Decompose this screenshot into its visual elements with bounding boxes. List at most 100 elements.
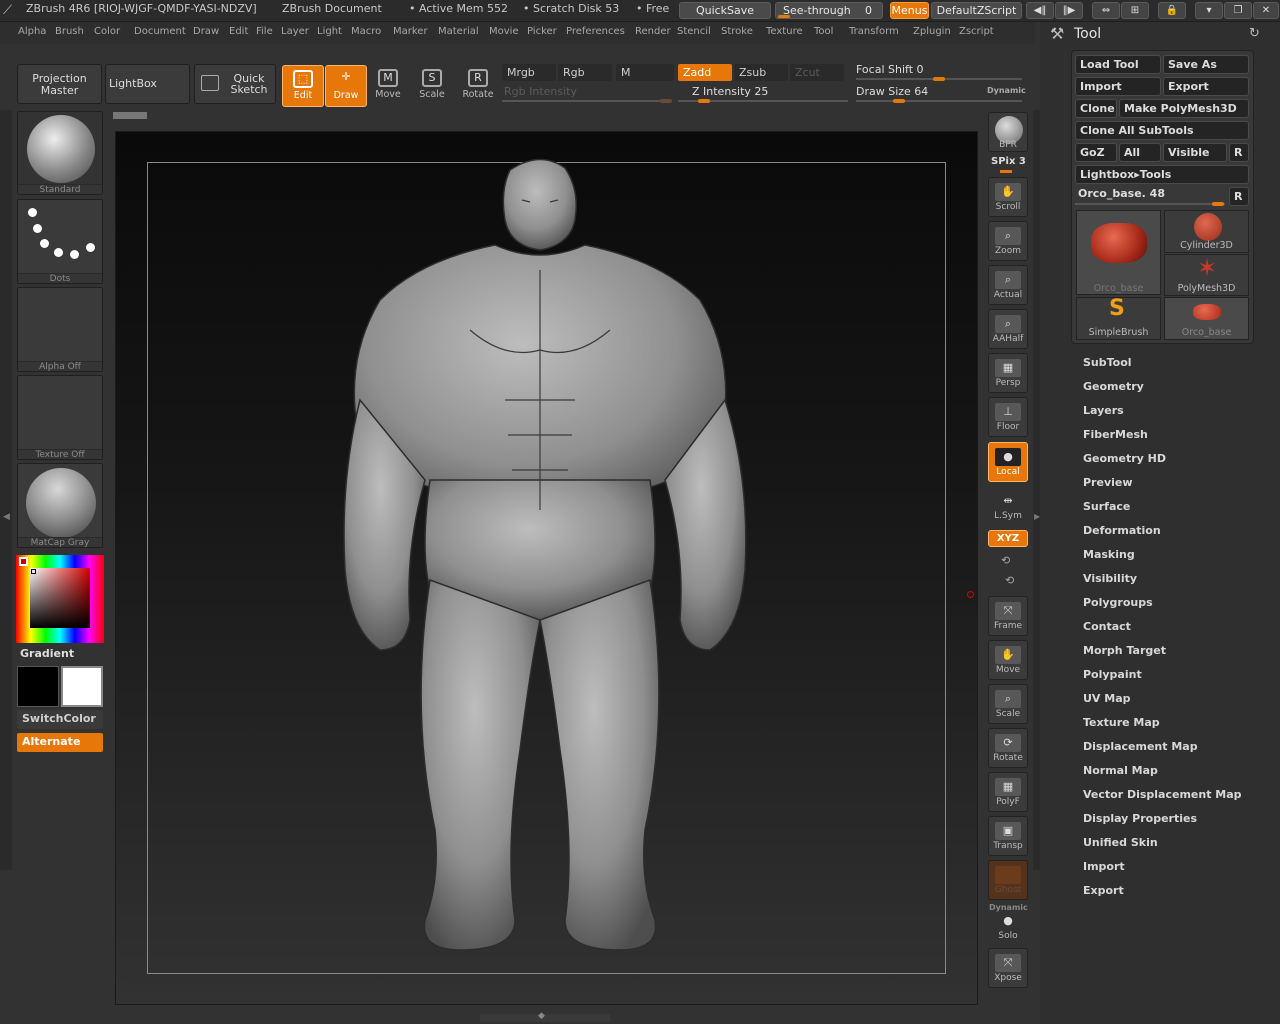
- restore-icon[interactable]: ❐: [1224, 2, 1252, 19]
- thumb-orco-base-large[interactable]: Orco_base: [1076, 210, 1161, 295]
- document-tab[interactable]: [113, 112, 147, 119]
- menu-layer[interactable]: Layer: [281, 26, 309, 37]
- spix-label[interactable]: SPix 3: [991, 156, 1026, 167]
- menu-zscript[interactable]: Zscript: [959, 26, 994, 37]
- draw-size-knob[interactable]: [892, 99, 905, 103]
- goz-visible-button[interactable]: Visible: [1163, 143, 1227, 162]
- draw-size-slider[interactable]: [856, 100, 1022, 102]
- view-scale-button[interactable]: ⌕ Scale: [988, 684, 1028, 724]
- section-export[interactable]: Export: [1083, 884, 1124, 897]
- current-tool-knob[interactable]: [1212, 202, 1224, 206]
- dynamic-label[interactable]: Dynamic: [987, 86, 1026, 95]
- rotate-z-icon[interactable]: ⟲: [1005, 574, 1014, 587]
- section-geometry[interactable]: Geometry: [1083, 380, 1144, 393]
- menu-stencil[interactable]: Stencil: [677, 26, 711, 37]
- current-tool-label[interactable]: Orco_base. 48: [1078, 187, 1165, 200]
- layout-icon[interactable]: ⇔: [1092, 2, 1120, 19]
- section-vector-displacement-map[interactable]: Vector Displacement Map: [1083, 788, 1242, 801]
- menu-brush[interactable]: Brush: [55, 26, 84, 37]
- tool-r-button[interactable]: R: [1229, 187, 1249, 206]
- bpr-button[interactable]: BPR: [988, 112, 1028, 152]
- section-polypaint[interactable]: Polypaint: [1083, 668, 1142, 681]
- floor-button[interactable]: ⊥ Floor: [988, 397, 1028, 437]
- clone-all-subtools-button[interactable]: Clone All SubTools: [1075, 121, 1249, 140]
- view-move-button[interactable]: ✋ Move: [988, 640, 1028, 680]
- menu-marker[interactable]: Marker: [393, 26, 428, 37]
- xpose-button[interactable]: ⤧ Xpose: [988, 948, 1028, 988]
- section-visibility[interactable]: Visibility: [1083, 572, 1137, 585]
- draw-button[interactable]: ✛ Draw: [325, 65, 367, 107]
- section-unified-skin[interactable]: Unified Skin: [1083, 836, 1158, 849]
- transp-button[interactable]: ▣ Transp: [988, 816, 1028, 856]
- menus-button[interactable]: Menus: [890, 2, 929, 19]
- texture-swatch[interactable]: Texture Off: [17, 375, 103, 460]
- menu-texture[interactable]: Texture: [766, 26, 803, 37]
- thumb-polymesh3d[interactable]: ✶ PolyMesh3D: [1164, 254, 1249, 296]
- tool-panel-title[interactable]: Tool: [1074, 26, 1101, 42]
- thumb-orco-base-small[interactable]: Orco_base: [1164, 297, 1249, 340]
- minimize-icon[interactable]: ▾: [1195, 2, 1223, 19]
- alpha-swatch[interactable]: Alpha Off: [17, 287, 103, 372]
- xyz-button[interactable]: XYZ: [988, 530, 1028, 547]
- brush-swatch[interactable]: Standard: [17, 111, 103, 195]
- menu-render[interactable]: Render: [635, 26, 671, 37]
- section-deformation[interactable]: Deformation: [1083, 524, 1161, 537]
- primary-color-swatch[interactable]: [61, 666, 103, 707]
- spix-slider-knob[interactable]: [1000, 170, 1012, 173]
- quicksave-button[interactable]: QuickSave: [679, 2, 771, 19]
- zcut-toggle[interactable]: Zcut: [790, 64, 844, 81]
- lightbox-button[interactable]: LightBox: [105, 64, 190, 104]
- make-polymesh-button[interactable]: Make PolyMesh3D: [1119, 99, 1249, 118]
- section-subtool[interactable]: SubTool: [1083, 356, 1132, 369]
- mrgb-toggle[interactable]: Mrgb: [502, 64, 556, 81]
- zsub-toggle[interactable]: Zsub: [734, 64, 788, 81]
- lock-icon[interactable]: 🔒: [1158, 2, 1186, 19]
- zoom-button[interactable]: ⌕ Zoom: [988, 221, 1028, 261]
- section-contact[interactable]: Contact: [1083, 620, 1131, 633]
- scale-button[interactable]: S Scale: [411, 65, 453, 107]
- scroll-left-icon[interactable]: ◀‖: [1026, 2, 1054, 19]
- rotate-y-icon[interactable]: ⟲: [1001, 554, 1010, 567]
- actual-button[interactable]: ⌕ Actual: [988, 265, 1028, 305]
- left-tray-arrow-icon[interactable]: ◀: [3, 512, 10, 522]
- polyf-button[interactable]: ▦ PolyF: [988, 772, 1028, 812]
- menu-tool[interactable]: Tool: [814, 26, 833, 37]
- menu-movie[interactable]: Movie: [489, 26, 519, 37]
- right-tray-edge[interactable]: [1033, 110, 1040, 870]
- persp-button[interactable]: ▦ Persp: [988, 353, 1028, 393]
- scroll-button[interactable]: ✋ Scroll: [988, 177, 1028, 217]
- rgb-intensity-knob[interactable]: [660, 99, 672, 103]
- local-button[interactable]: ● Local: [988, 442, 1028, 482]
- menu-picker[interactable]: Picker: [527, 26, 557, 37]
- section-display-properties[interactable]: Display Properties: [1083, 812, 1197, 825]
- close-icon[interactable]: ✕: [1253, 2, 1279, 19]
- edit-button[interactable]: ⬚ Edit: [282, 65, 324, 107]
- clone-button[interactable]: Clone: [1075, 99, 1117, 118]
- see-through-slider[interactable]: See-through 0: [775, 2, 883, 19]
- solo-dynamic-label[interactable]: Dynamic: [989, 903, 1028, 912]
- move-button[interactable]: M Move: [367, 65, 409, 107]
- switch-color-button[interactable]: SwitchColor: [17, 710, 103, 729]
- menu-macro[interactable]: Macro: [351, 26, 381, 37]
- view-rotate-button[interactable]: ⟳ Rotate: [988, 728, 1028, 768]
- lsym-button[interactable]: ⇹ L.Sym: [988, 487, 1028, 527]
- section-import[interactable]: Import: [1083, 860, 1125, 873]
- material-swatch[interactable]: MatCap Gray: [17, 463, 103, 548]
- menu-alpha[interactable]: Alpha: [18, 26, 46, 37]
- menu-document[interactable]: Document: [134, 26, 186, 37]
- bottom-tray-edge[interactable]: ◆: [480, 1011, 610, 1022]
- zadd-toggle[interactable]: Zadd: [678, 64, 732, 81]
- quick-sketch-button[interactable]: Quick Sketch: [194, 64, 276, 104]
- rgb-toggle[interactable]: Rgb: [558, 64, 612, 81]
- load-tool-button[interactable]: Load Tool: [1075, 55, 1161, 74]
- menu-light[interactable]: Light: [317, 26, 342, 37]
- section-uv-map[interactable]: UV Map: [1083, 692, 1131, 705]
- ghost-button[interactable]: Ghost: [988, 860, 1028, 900]
- section-morph-target[interactable]: Morph Target: [1083, 644, 1166, 657]
- section-masking[interactable]: Masking: [1083, 548, 1135, 561]
- rgb-intensity-slider[interactable]: [502, 100, 672, 102]
- stroke-swatch[interactable]: Dots: [17, 199, 103, 284]
- menu-material[interactable]: Material: [438, 26, 479, 37]
- thumb-simplebrush[interactable]: S SimpleBrush: [1076, 296, 1161, 340]
- layout-alt-icon[interactable]: ⊞: [1121, 2, 1149, 19]
